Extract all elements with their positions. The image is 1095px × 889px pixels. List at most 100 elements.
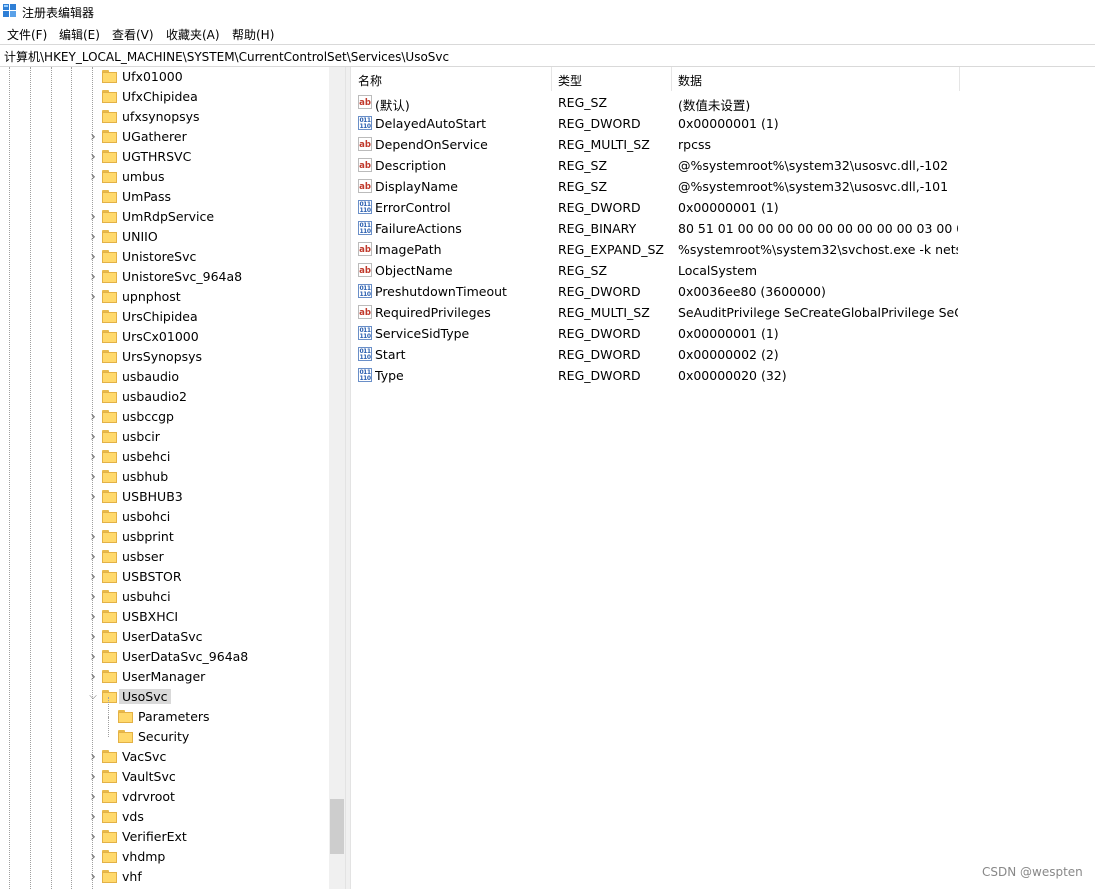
chevron-right-icon[interactable]: ›: [88, 450, 98, 464]
tree-item-upnphost[interactable]: › upnphost: [0, 287, 330, 307]
value-row[interactable]: ab Description REG_SZ @%systemroot%\system3…: [351, 155, 1095, 176]
tree-item-ugatherer[interactable]: › UGatherer: [0, 127, 330, 147]
address-path[interactable]: 计算机\HKEY_LOCAL_MACHINE\SYSTEM\CurrentCon…: [4, 48, 449, 65]
chevron-right-icon[interactable]: ›: [88, 590, 98, 604]
tree-item-userdatasvc-964a8[interactable]: › UserDataSvc_964a8: [0, 647, 330, 667]
tree-item-vhdmp[interactable]: › vhdmp: [0, 847, 330, 867]
tree-item-usbstor[interactable]: › USBSTOR: [0, 567, 330, 587]
tree-item-security[interactable]: Security: [0, 717, 330, 747]
tree-item-urssynopsys[interactable]: UrsSynopsys: [0, 347, 330, 367]
tree-item-vhf[interactable]: › vhf: [0, 867, 330, 887]
chevron-right-icon[interactable]: ›: [88, 170, 98, 184]
tree-item-usbehci[interactable]: › usbehci: [0, 447, 330, 467]
tree-item-usosvc[interactable]: ⌵ UsoSvc: [0, 687, 330, 707]
tree-item-vdrvroot[interactable]: › vdrvroot: [0, 787, 330, 807]
tree-item-usbuhci[interactable]: › usbuhci: [0, 587, 330, 607]
tree-item-usbcir[interactable]: › usbcir: [0, 427, 330, 447]
chevron-right-icon[interactable]: ›: [88, 870, 98, 884]
value-row[interactable]: ab ObjectName REG_SZ LocalSystem: [351, 260, 1095, 281]
value-row[interactable]: 011 110 ServiceSidType REG_DWORD 0x00000001…: [351, 323, 1095, 344]
tree-item-umbus[interactable]: › umbus: [0, 167, 330, 187]
chevron-right-icon[interactable]: ›: [88, 150, 98, 164]
tree-item-label: vdrvroot: [122, 789, 175, 804]
chevron-right-icon[interactable]: ›: [88, 290, 98, 304]
menu-favorites[interactable]: 收藏夹(A): [166, 26, 220, 43]
chevron-right-icon[interactable]: ›: [88, 850, 98, 864]
tree-scrollbar-thumb[interactable]: [330, 799, 344, 854]
tree-item-urscx01000[interactable]: UrsCx01000: [0, 327, 330, 347]
tree-item-usbccgp[interactable]: › usbccgp: [0, 407, 330, 427]
tree-item-usbser[interactable]: › usbser: [0, 547, 330, 567]
value-row[interactable]: 011 110 PreshutdownTimeout REG_DWORD 0x0036…: [351, 281, 1095, 302]
tree-item-ufx01000[interactable]: Ufx01000: [0, 67, 330, 87]
tree-item-umpass[interactable]: UmPass: [0, 187, 330, 207]
value-row[interactable]: ab DependOnService REG_MULTI_SZ rpcss: [351, 134, 1095, 155]
column-header-name[interactable]: 名称: [351, 67, 551, 91]
chevron-right-icon[interactable]: ›: [88, 810, 98, 824]
chevron-right-icon[interactable]: ›: [88, 210, 98, 224]
value-row[interactable]: ab RequiredPrivileges REG_MULTI_SZ SeAuditP…: [351, 302, 1095, 323]
chevron-right-icon[interactable]: ›: [88, 490, 98, 504]
tree-item-usbohci[interactable]: usbohci: [0, 507, 330, 527]
menu-view[interactable]: 查看(V): [112, 26, 154, 43]
chevron-right-icon[interactable]: ›: [88, 790, 98, 804]
chevron-right-icon[interactable]: ›: [88, 530, 98, 544]
menu-edit[interactable]: 编辑(E): [59, 26, 100, 43]
chevron-down-icon[interactable]: ⌵: [88, 692, 98, 702]
tree-item-usbprint[interactable]: › usbprint: [0, 527, 330, 547]
column-divider[interactable]: [959, 67, 960, 91]
chevron-right-icon[interactable]: ›: [88, 770, 98, 784]
chevron-right-icon[interactable]: ›: [88, 470, 98, 484]
tree-item-uniio[interactable]: › UNIIO: [0, 227, 330, 247]
chevron-right-icon[interactable]: ›: [88, 230, 98, 244]
tree-item-verifierext[interactable]: › VerifierExt: [0, 827, 330, 847]
tree-item-usbhub3[interactable]: › USBHUB3: [0, 487, 330, 507]
tree-item-vaultsvc[interactable]: › VaultSvc: [0, 767, 330, 787]
chevron-right-icon[interactable]: ›: [88, 430, 98, 444]
menu-help[interactable]: 帮助(H): [232, 26, 274, 43]
chevron-right-icon[interactable]: ›: [88, 830, 98, 844]
chevron-right-icon[interactable]: ›: [88, 410, 98, 424]
chevron-right-icon[interactable]: ›: [88, 630, 98, 644]
value-row[interactable]: 011 110 FailureActions REG_BINARY 80 51 01 …: [351, 218, 1095, 239]
chevron-right-icon[interactable]: ›: [88, 670, 98, 684]
chevron-right-icon[interactable]: ›: [88, 250, 98, 264]
tree-item-label: UrsSynopsys: [122, 349, 203, 364]
chevron-right-icon[interactable]: ›: [88, 650, 98, 664]
tree-item-urschipidea[interactable]: UrsChipidea: [0, 307, 330, 327]
chevron-right-icon[interactable]: ›: [88, 570, 98, 584]
tree-item-usbaudio2[interactable]: usbaudio2: [0, 387, 330, 407]
value-row[interactable]: 011 110 Start REG_DWORD 0x00000002 (2): [351, 344, 1095, 365]
value-row[interactable]: 011 110 ErrorControl REG_DWORD 0x00000001 (…: [351, 197, 1095, 218]
tree-scrollbar[interactable]: [329, 67, 345, 889]
value-row[interactable]: 011 110 DelayedAutoStart REG_DWORD 0x000000…: [351, 113, 1095, 134]
chevron-right-icon[interactable]: ›: [88, 270, 98, 284]
folder-icon: [102, 470, 117, 483]
tree-item-usermanager[interactable]: › UserManager: [0, 667, 330, 687]
tree-item-ufxsynopsys[interactable]: ufxsynopsys: [0, 107, 330, 127]
tree-item-vds[interactable]: › vds: [0, 807, 330, 827]
chevron-right-icon[interactable]: ›: [88, 610, 98, 624]
tree-item-umrdpservice[interactable]: › UmRdpService: [0, 207, 330, 227]
tree-item-unistoresvc-964a8[interactable]: › UnistoreSvc_964a8: [0, 267, 330, 287]
tree-item-userdatasvc[interactable]: › UserDataSvc: [0, 627, 330, 647]
chevron-right-icon[interactable]: ›: [88, 130, 98, 144]
tree-item-parameters[interactable]: Parameters: [0, 697, 330, 727]
column-header-type[interactable]: 类型: [551, 67, 671, 91]
value-row[interactable]: ab (默认) REG_SZ (数值未设置): [351, 92, 1095, 113]
tree-item-usbxhci[interactable]: › USBXHCI: [0, 607, 330, 627]
menu-file[interactable]: 文件(F): [7, 26, 47, 43]
tree-item-ufxchipidea[interactable]: UfxChipidea: [0, 87, 330, 107]
tree-item-unistoresvc[interactable]: › UnistoreSvc: [0, 247, 330, 267]
tree-item-usbaudio[interactable]: usbaudio: [0, 367, 330, 387]
column-header-data[interactable]: 数据: [671, 67, 959, 91]
value-row[interactable]: ab ImagePath REG_EXPAND_SZ %systemroot%\sys…: [351, 239, 1095, 260]
value-row[interactable]: ab DisplayName REG_SZ @%systemroot%\system3…: [351, 176, 1095, 197]
tree-item-ugthrsvc[interactable]: › UGTHRSVC: [0, 147, 330, 167]
chevron-right-icon[interactable]: ›: [88, 550, 98, 564]
address-bar[interactable]: 计算机\HKEY_LOCAL_MACHINE\SYSTEM\CurrentCon…: [0, 44, 1095, 67]
tree-item-vacsvc[interactable]: › VacSvc: [0, 747, 330, 767]
tree-item-usbhub[interactable]: › usbhub: [0, 467, 330, 487]
value-row[interactable]: 011 110 Type REG_DWORD 0x00000020 (32): [351, 365, 1095, 386]
chevron-right-icon[interactable]: ›: [88, 750, 98, 764]
